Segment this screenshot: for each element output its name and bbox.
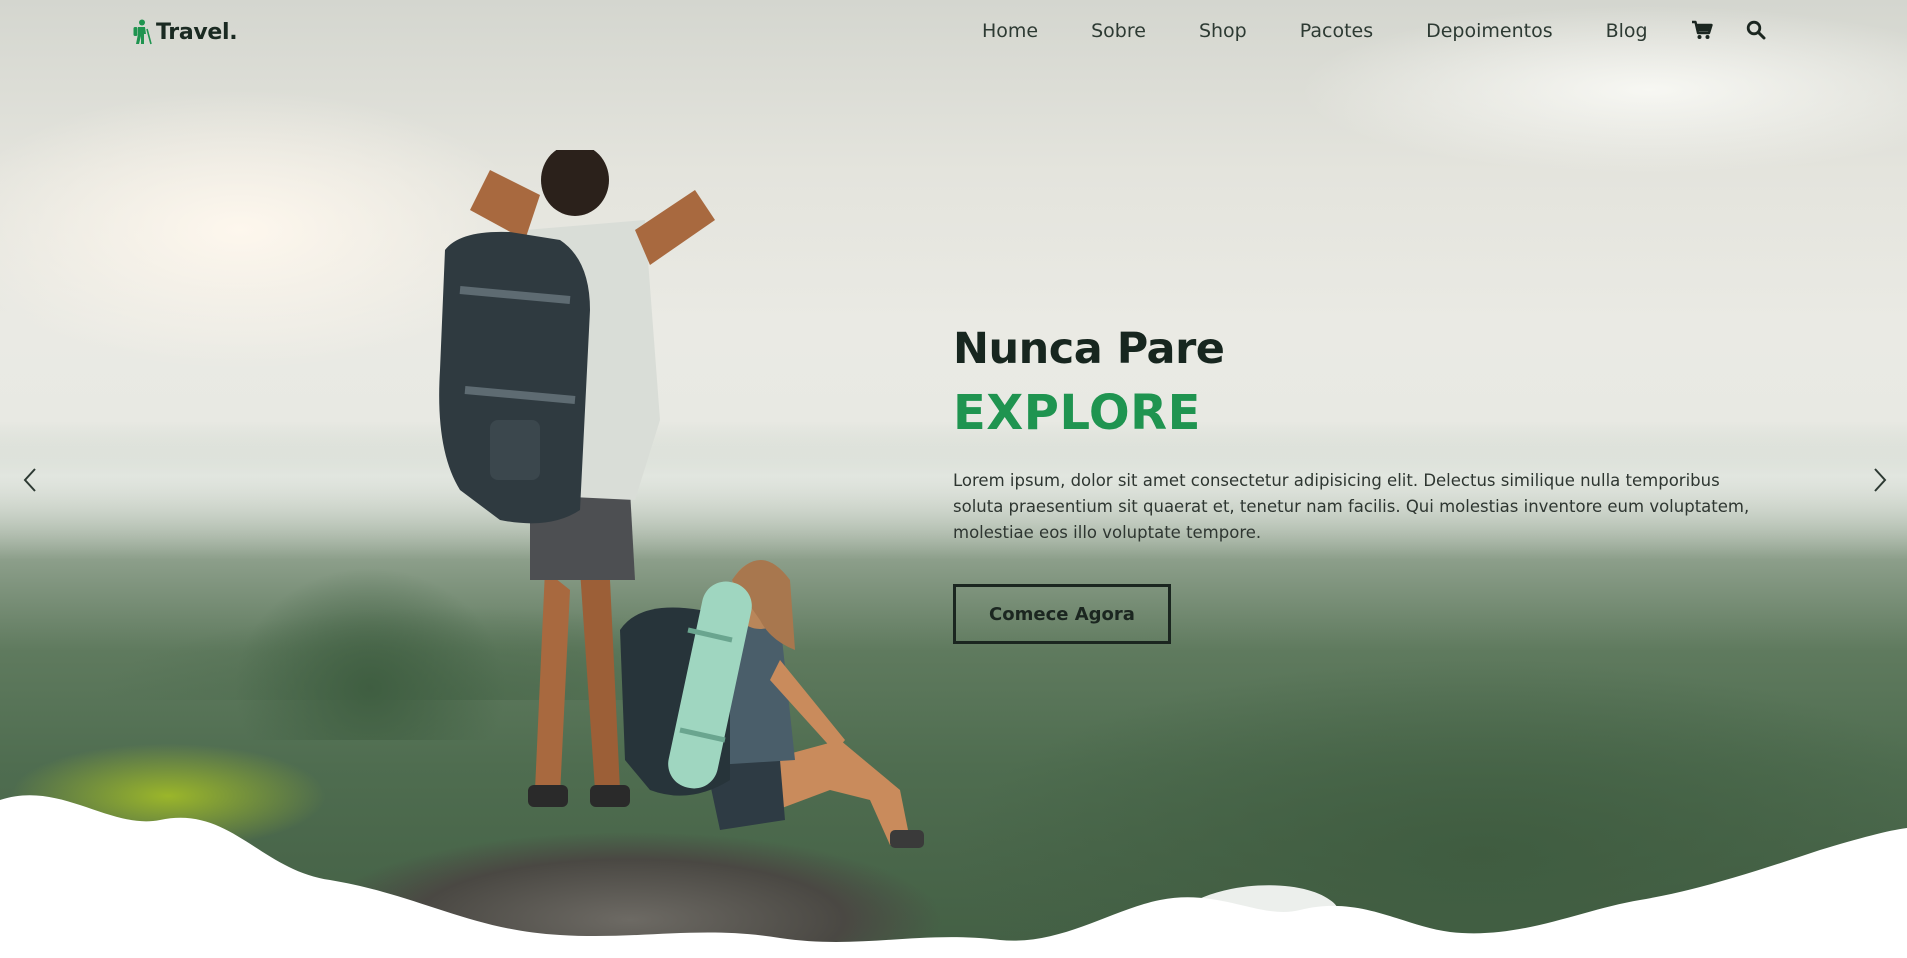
- hero-section: Travel. Home Sobre Shop Pacotes Depoimen…: [0, 0, 1907, 958]
- bottom-brush-edge: [0, 795, 1907, 958]
- brand-logo[interactable]: Travel.: [132, 16, 238, 48]
- hero-title: Nunca Pare: [953, 324, 1225, 374]
- hero-content: Nunca Pare EXPLORE Lorem ipsum, dolor si…: [953, 318, 1773, 644]
- nav-link-depoimentos[interactable]: Depoimentos: [1426, 18, 1553, 44]
- chevron-left-icon: [23, 468, 36, 492]
- brand-name: Travel.: [156, 19, 238, 45]
- slider-prev-button[interactable]: [12, 462, 48, 498]
- nav-link-home[interactable]: Home: [982, 18, 1038, 44]
- nav-icon-group: [1690, 18, 1768, 42]
- cta-button[interactable]: Comece Agora: [953, 584, 1171, 644]
- nav-link-blog[interactable]: Blog: [1606, 18, 1648, 44]
- nav-links: Home Sobre Shop Pacotes Depoimentos Blog: [982, 18, 1701, 44]
- chevron-right-icon: [1874, 468, 1887, 492]
- navbar: Travel. Home Sobre Shop Pacotes Depoimen…: [0, 0, 1907, 64]
- cart-icon[interactable]: [1690, 18, 1714, 42]
- nav-link-shop[interactable]: Shop: [1199, 18, 1247, 44]
- hero-highlight: EXPLORE: [953, 385, 1201, 441]
- search-icon[interactable]: [1744, 18, 1768, 42]
- nav-link-pacotes[interactable]: Pacotes: [1300, 18, 1373, 44]
- slider-next-button[interactable]: [1862, 462, 1898, 498]
- hiker-icon: [133, 19, 152, 45]
- nav-link-sobre[interactable]: Sobre: [1091, 18, 1146, 44]
- hero-description: Lorem ipsum, dolor sit amet consectetur …: [953, 471, 1750, 542]
